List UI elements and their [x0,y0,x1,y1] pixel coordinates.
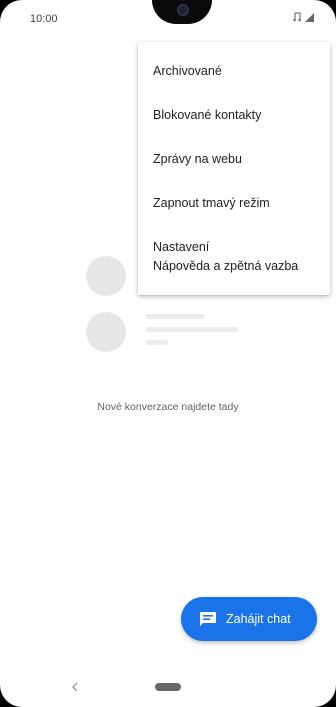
chat-icon [200,612,216,626]
messages-screen: 10:00 Nové konverzace najdete tady Archi… [0,0,336,707]
status-time: 10:00 [30,13,58,25]
placeholder-line [146,327,238,332]
menu-item-dark-mode[interactable]: Zapnout tmavý režim [153,196,270,210]
menu-item-settings[interactable]: Nastavení [153,240,209,254]
screen-corner [314,0,336,22]
notification-icon [293,11,301,21]
back-icon[interactable] [69,681,81,693]
overflow-menu: Archivované Blokované kontakty Zprávy na… [138,42,330,295]
front-camera [177,4,189,16]
camera-notch [152,0,212,24]
screen-corner [314,685,336,707]
start-chat-label: Zahájit chat [226,612,291,626]
menu-item-messages-for-web[interactable]: Zprávy na webu [153,152,242,166]
menu-item-archived[interactable]: Archivované [153,64,222,78]
placeholder-line [146,340,168,345]
placeholder-line [146,314,204,319]
screen-corner [0,0,22,22]
status-bar: 10:00 [0,0,336,34]
empty-state-text: Nové konverzace najdete tady [97,401,239,413]
placeholder-avatar [86,256,126,296]
start-chat-button[interactable]: Zahájit chat [181,597,317,641]
menu-item-blocked-contacts[interactable]: Blokované kontakty [153,108,261,122]
home-pill[interactable] [155,683,181,691]
menu-item-help-feedback[interactable]: Nápověda a zpětná vazba [153,259,298,273]
placeholder-avatar [86,312,126,352]
screen-corner [0,685,22,707]
